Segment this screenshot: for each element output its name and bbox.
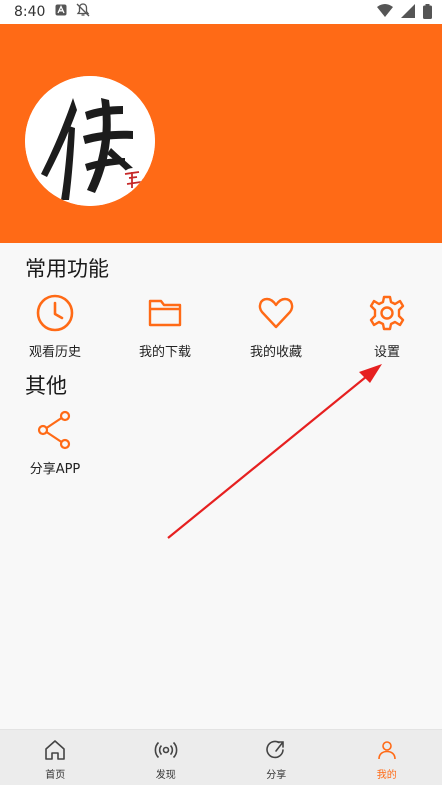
wifi-icon	[377, 4, 393, 23]
nav-label: 发现	[155, 770, 176, 781]
profile-header	[0, 24, 442, 243]
feature-settings[interactable]: 设置	[342, 293, 432, 360]
feature-share-app[interactable]: 分享APP	[10, 410, 100, 477]
nav-mine[interactable]: 我的	[332, 730, 442, 785]
bell-off-icon	[75, 2, 91, 22]
feature-label: 我的下载	[138, 345, 191, 360]
feature-label: 观看历史	[28, 345, 81, 360]
gear-icon	[367, 293, 407, 333]
feature-watch-history[interactable]: 观看历史	[10, 293, 100, 360]
signal-icon	[401, 4, 415, 23]
calligraphy-logo-icon	[25, 76, 155, 206]
section-title-other: 其他	[25, 374, 67, 398]
share-arrow-icon	[264, 738, 288, 762]
feature-my-favorites[interactable]: 我的收藏	[231, 293, 321, 360]
nav-discover[interactable]: 发现	[111, 730, 222, 785]
nav-label: 我的	[376, 770, 397, 781]
section-title-common: 常用功能	[25, 257, 109, 281]
home-icon	[43, 738, 67, 762]
battery-icon	[423, 4, 432, 23]
feature-label: 设置	[373, 345, 400, 360]
avatar[interactable]	[25, 76, 155, 206]
status-time: 8:40	[14, 4, 46, 20]
person-icon	[375, 738, 399, 762]
nav-share[interactable]: 分享	[221, 730, 332, 785]
nav-label: 分享	[266, 770, 287, 781]
nav-label: 首页	[45, 770, 66, 781]
bottom-navigation: 首页 发现 分享 我的	[0, 729, 442, 785]
status-bar: 8:40	[0, 0, 442, 24]
feature-my-downloads[interactable]: 我的下载	[120, 293, 210, 360]
share-icon	[35, 410, 75, 450]
heart-icon	[256, 293, 296, 333]
broadcast-icon	[154, 738, 178, 762]
feature-label: 我的收藏	[249, 345, 302, 360]
folder-icon	[145, 293, 185, 333]
notification-a-icon	[55, 4, 67, 20]
nav-home[interactable]: 首页	[0, 730, 111, 785]
feature-label: 分享APP	[29, 462, 81, 477]
clock-icon	[35, 293, 75, 333]
